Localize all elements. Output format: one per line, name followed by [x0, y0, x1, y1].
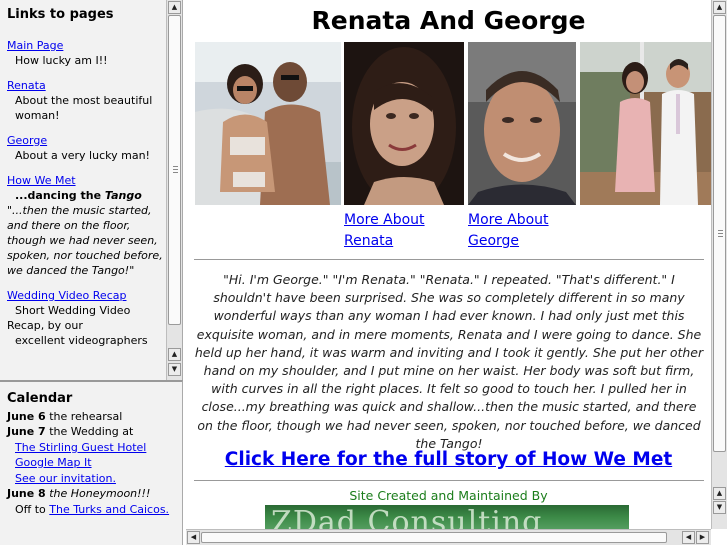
renata-desc: About the most beautiful woman!	[15, 94, 153, 122]
divider-bottom	[194, 480, 704, 481]
main-scrollbar[interactable]: ▲ ▲ ▼	[711, 0, 727, 529]
wedding-video-desc-1: Short Wedding Video	[15, 304, 131, 317]
nav-renata: Renata About the most beautiful woman!	[7, 78, 165, 123]
george-link[interactable]: George	[7, 134, 47, 147]
logo-text: ZDad Consulting	[271, 505, 543, 532]
how-we-met-quote: "...then the music started, and there on…	[7, 204, 163, 277]
more-about-renata: More About Renata	[344, 210, 425, 252]
june6-date: June 6	[7, 409, 46, 423]
scroll-left-button[interactable]: ◀	[187, 531, 200, 544]
more-george-link-2[interactable]: George	[468, 233, 519, 249]
couple-outdoor-photo	[580, 42, 712, 205]
turks-caicos-link[interactable]: The Turks and Caicos.	[49, 503, 169, 516]
how-we-met-link[interactable]: How We Met	[7, 174, 76, 187]
more-renata-link-2[interactable]: Renata	[344, 233, 393, 249]
site-credit: Site Created and Maintained By	[349, 488, 548, 503]
invitation-link[interactable]: See our invitation.	[15, 472, 116, 485]
full-story-link[interactable]: Click Here for the full story of How We …	[225, 449, 672, 470]
calendar-off-to: Off to The Turks and Caicos.	[7, 502, 182, 518]
june8-text: the Honeymoon!!!	[45, 487, 151, 500]
calendar-june7: June 7 the Wedding at	[7, 424, 182, 440]
scroll-thumb[interactable]	[168, 15, 181, 325]
subtitle-pre: ...dancing the	[15, 189, 105, 202]
couple-boat-photo	[195, 42, 341, 205]
calendar-heading: Calendar	[7, 391, 73, 406]
calendar-june8: June 8 the Honeymoon!!!	[7, 486, 182, 502]
wedding-video-link[interactable]: Wedding Video Recap	[7, 289, 126, 302]
links-heading: Links to pages	[7, 7, 114, 22]
wedding-video-desc-3: excellent videographers	[15, 334, 148, 347]
main-frame: Renata And George More About Renata More…	[186, 0, 727, 545]
scroll-left-button-lower[interactable]: ◀	[682, 531, 695, 544]
wedding-video-desc-2: Recap, by our	[7, 319, 83, 332]
june7-text: the Wedding at	[45, 425, 134, 438]
more-renata-link-1[interactable]: More About	[344, 212, 425, 228]
calendar-frame: Calendar June 6 the rehearsal June 7 the…	[0, 380, 183, 545]
june8-date: June 8	[7, 487, 46, 500]
zdad-consulting-logo[interactable]: ZDad Consulting	[265, 505, 629, 532]
page-title: Renata And George	[311, 6, 586, 35]
subtitle-em: Tango	[104, 189, 142, 202]
scroll-down-button[interactable]: ▼	[168, 363, 181, 376]
scroll-right-button[interactable]: ▶	[696, 531, 709, 544]
june6-text: the rehearsal	[45, 409, 123, 423]
calendar-june6: June 6 the rehearsal	[7, 409, 182, 425]
nav-wedding-video: Wedding Video Recap Short Wedding Video …	[7, 288, 165, 348]
links-scrollbar[interactable]: ▲ ▲ ▼	[166, 0, 182, 380]
full-story-cta: Click Here for the full story of How We …	[186, 449, 711, 470]
scroll-up-button[interactable]: ▲	[168, 1, 181, 14]
main-horizontal-scrollbar[interactable]: ◀ ◀ ▶	[186, 529, 711, 545]
more-about-george: More About George	[468, 210, 549, 252]
main-page-link[interactable]: Main Page	[7, 39, 63, 52]
george-desc: About a very lucky man!	[15, 149, 150, 162]
horizontal-scroll-thumb[interactable]	[201, 532, 667, 543]
george-photo	[468, 42, 576, 205]
main-scroll-up-button-lower[interactable]: ▲	[713, 487, 726, 500]
hotel-link[interactable]: The Stirling Guest Hotel	[15, 441, 146, 454]
links-frame: Links to pages Main Page How lucky am I!…	[0, 0, 183, 380]
main-page-desc: How lucky am I!!	[15, 54, 108, 67]
story-excerpt: "Hi. I'm George." "I'm Renata." "Renata.…	[194, 272, 704, 451]
nav-george: George About a very lucky man!	[7, 133, 165, 163]
june7-date: June 7	[7, 425, 46, 438]
off-to-text: Off to	[15, 502, 50, 516]
renata-photo	[344, 42, 464, 205]
links-content: Links to pages Main Page How lucky am I!…	[0, 0, 165, 358]
how-we-met-subtitle: ...dancing the Tango	[7, 188, 165, 203]
main-scroll-thumb[interactable]	[713, 15, 726, 452]
google-map-link[interactable]: Google Map It	[15, 456, 92, 469]
divider-top	[194, 259, 704, 260]
renata-link[interactable]: Renata	[7, 79, 46, 92]
more-george-link-1[interactable]: More About	[468, 212, 549, 228]
nav-how-we-met: How We Met ...dancing the Tango "...then…	[7, 173, 165, 278]
main-scroll-down-button[interactable]: ▼	[713, 501, 726, 514]
nav-main-page: Main Page How lucky am I!!	[7, 38, 165, 68]
main-scroll-up-button[interactable]: ▲	[713, 1, 726, 14]
scroll-up-button-lower[interactable]: ▲	[168, 348, 181, 361]
